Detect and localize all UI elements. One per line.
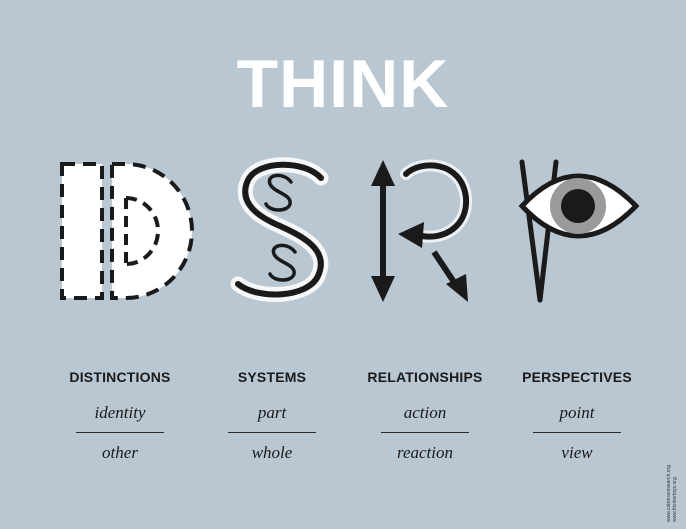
column-perspectives: PERSPECTIVES point view [502,366,652,464]
side-credit: www.cabreraresearch.org www.thinkertoys.… [666,460,678,522]
heading-distinctions: DISTINCTIONS [69,369,171,385]
heading-relationships: RELATIONSHIPS [367,369,483,385]
distinctions-d-glyph [60,162,194,300]
d-stem-fill [62,164,102,298]
systems-s-glyph [230,157,329,302]
divider-systems [228,432,316,433]
eye-pupil-icon [561,189,595,223]
r-leg-line [431,250,459,287]
perspectives-p-glyph [518,159,640,303]
d-bowl-fill [112,164,192,298]
credit-thinkertoys: www.thinkertoys.org [672,477,678,522]
term-identity: identity [94,403,146,422]
s-small-part-top [264,173,293,212]
column-relationships: RELATIONSHIPS action reaction [350,366,500,464]
relationships-r-glyph [371,159,473,302]
divider-distinctions [76,432,164,433]
heading-systems: SYSTEMS [237,369,307,385]
r-bowl-stroke [403,162,470,240]
term-action: action [403,403,447,422]
term-other: other [102,443,138,462]
column-distinctions: DISTINCTIONS identity other [45,366,195,464]
p-stem-left [519,159,543,303]
s-white-halo [230,157,329,302]
term-reaction: reaction [396,443,454,462]
heading-perspectives: PERSPECTIVES [522,369,632,385]
column-systems: SYSTEMS part whole [197,366,347,464]
term-view: view [561,443,593,462]
term-point: point [559,403,595,422]
divider-relationships [381,432,469,433]
r-stem-arrow-up [371,160,395,186]
term-whole: whole [251,443,293,462]
r-stem-arrow-down [371,276,395,302]
term-part: part [257,403,287,422]
s-small-part-bottom [268,243,297,282]
r-bowl-arrowhead [398,222,424,248]
divider-perspectives [533,432,621,433]
